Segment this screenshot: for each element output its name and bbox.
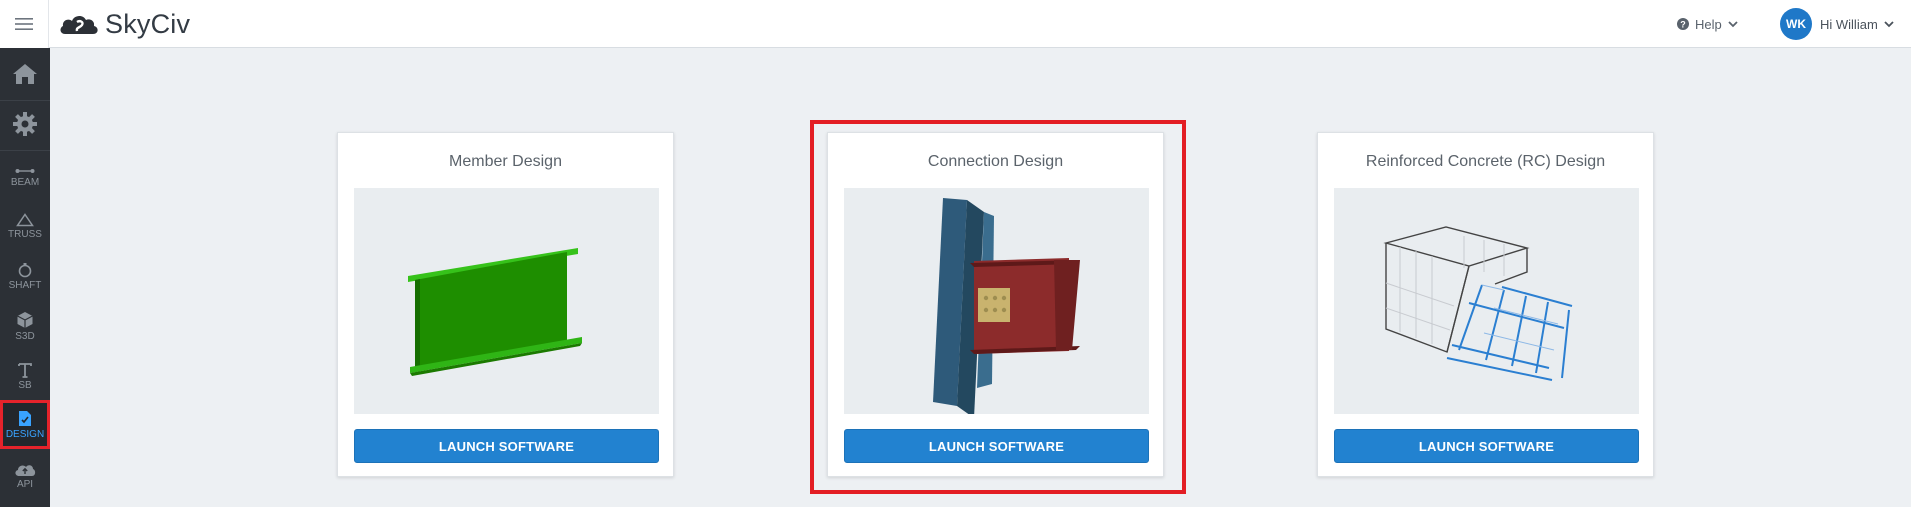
member-design-card: Member Design LAUNCH SOFTWARE [337, 132, 674, 477]
triangle-icon [16, 212, 34, 226]
chevron-down-icon [1728, 20, 1738, 27]
question-circle-icon: ? [1677, 18, 1689, 30]
gear-icon [13, 112, 37, 136]
rc-design-card: Reinforced Concrete (RC) Design LAUNCH S… [1317, 132, 1654, 477]
sidebar-item-label: S3D [15, 330, 35, 342]
logo-cloud-icon [60, 13, 98, 34]
sidebar-item-sb[interactable]: SB [0, 353, 50, 399]
help-menu[interactable]: ? Help [1677, 14, 1738, 34]
svg-text:?: ? [1680, 19, 1686, 29]
chevron-down-icon [1884, 20, 1894, 27]
sidebar: BEAM TRUSS SHAFT S3D SB DESIGN API [0, 48, 50, 507]
home-icon [13, 64, 37, 84]
sidebar-item-label: BEAM [10, 176, 40, 188]
shaft-icon [18, 262, 32, 277]
sidebar-item-beam[interactable]: BEAM [0, 154, 50, 200]
logo-text: SkyCiv [105, 8, 191, 39]
sidebar-item-label: TRUSS [8, 228, 42, 240]
document-check-icon [19, 410, 31, 426]
rc-design-image [1334, 188, 1639, 414]
cube-icon [17, 311, 33, 328]
sidebar-item-truss[interactable]: TRUSS [0, 203, 50, 249]
text-t-icon [18, 362, 32, 378]
sidebar-item-label: SB [18, 379, 32, 391]
card-title: Member Design [449, 153, 562, 170]
connection-design-card: Connection Design LAUNCH SOFTWARE [827, 132, 1164, 477]
sidebar-item-design[interactable]: DESIGN [0, 400, 50, 449]
hamburger-menu-button[interactable] [0, 0, 49, 48]
sidebar-item-label: SHAFT [8, 279, 42, 291]
launch-software-button[interactable]: LAUNCH SOFTWARE [1334, 429, 1639, 463]
card-title: Reinforced Concrete (RC) Design [1365, 153, 1606, 170]
user-greeting: Hi William [1820, 16, 1878, 32]
member-design-image [354, 188, 659, 414]
beam-icon [15, 168, 35, 173]
skyciv-logo[interactable]: SkyCiv [59, 8, 190, 40]
card-title: Connection Design [927, 153, 1064, 170]
cloud-icon [15, 464, 36, 476]
sidebar-item-label: API [16, 478, 34, 490]
sidebar-item-label: DESIGN [5, 428, 45, 440]
top-bar: SkyCiv ? Help WK Hi William [0, 0, 1911, 48]
hamburger-icon [15, 18, 33, 30]
launch-software-button[interactable]: LAUNCH SOFTWARE [354, 429, 659, 463]
help-label: Help [1695, 16, 1722, 32]
launch-software-button[interactable]: LAUNCH SOFTWARE [844, 429, 1149, 463]
sidebar-item-api[interactable]: API [0, 453, 50, 499]
sidebar-item-s3d[interactable]: S3D [0, 303, 50, 349]
connection-design-image [844, 188, 1149, 414]
sidebar-item-settings[interactable] [0, 104, 50, 144]
avatar: WK [1780, 8, 1812, 40]
sidebar-item-home[interactable] [0, 54, 50, 94]
user-menu[interactable]: WK Hi William [1780, 8, 1894, 40]
sidebar-item-shaft[interactable]: SHAFT [0, 253, 50, 299]
